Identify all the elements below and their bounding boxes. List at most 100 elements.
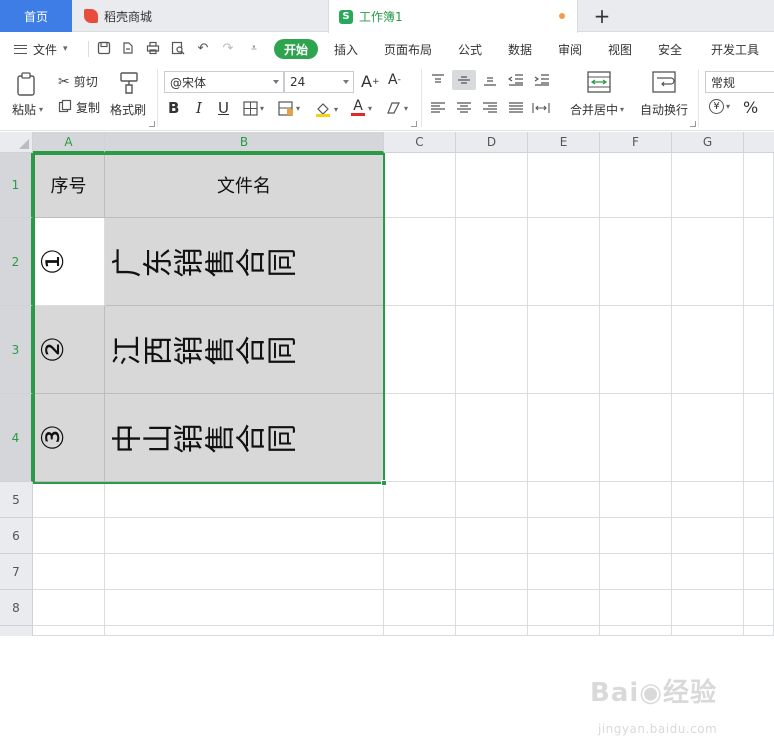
grid-cell[interactable] [456, 153, 528, 218]
cell-b4[interactable]: 中山销售合同 [105, 394, 384, 482]
align-right-icon[interactable] [482, 102, 498, 114]
grid-cell[interactable] [105, 518, 384, 554]
grid-cell[interactable] [33, 518, 105, 554]
menu-view[interactable]: 视图 [608, 33, 632, 65]
menu-insert[interactable]: 插入 [334, 33, 358, 65]
grid-cell[interactable] [672, 218, 744, 306]
grid-cell[interactable] [33, 554, 105, 590]
save-icon[interactable] [96, 41, 112, 57]
chevron-down-icon[interactable]: ▾ [368, 104, 372, 113]
grid-cell[interactable] [600, 518, 672, 554]
grid-cell[interactable] [456, 218, 528, 306]
italic-icon[interactable]: I [196, 99, 202, 117]
align-bottom-icon[interactable] [482, 74, 498, 86]
menu-file[interactable]: 文件 ▾ [14, 33, 68, 65]
menu-data[interactable]: 数据 [508, 33, 532, 65]
grid-cell[interactable] [456, 518, 528, 554]
grid-cell[interactable] [600, 153, 672, 218]
grid-cell[interactable] [600, 482, 672, 518]
grid-cell[interactable] [672, 153, 744, 218]
cut-button[interactable]: ✂ 剪切 [58, 73, 98, 90]
fill-handle[interactable] [381, 480, 387, 486]
grid-cell[interactable] [744, 218, 774, 306]
column-header-b[interactable]: B [105, 132, 384, 153]
cell-a2[interactable]: ① [33, 218, 105, 306]
menu-security[interactable]: 安全 [658, 33, 682, 65]
row-header-9[interactable] [0, 626, 33, 636]
justify-icon[interactable] [508, 102, 524, 114]
distributed-align-icon[interactable] [532, 102, 550, 114]
borders-icon[interactable]: ▾ [243, 101, 264, 116]
grid-cell[interactable] [672, 626, 744, 636]
grid-cell[interactable] [456, 394, 528, 482]
select-all-corner[interactable] [0, 132, 33, 153]
bold-icon[interactable]: B [168, 99, 179, 117]
grid-cell[interactable] [528, 306, 600, 394]
merge-center-button[interactable]: 合并居中 ▾ [570, 101, 624, 118]
row-header-7[interactable]: 7 [0, 554, 33, 590]
copy-button[interactable]: 复制 [58, 99, 100, 116]
grid-cell[interactable] [672, 590, 744, 626]
paste-icon[interactable] [14, 71, 40, 97]
align-left-icon[interactable] [430, 102, 446, 114]
grid-cell[interactable] [456, 626, 528, 636]
grid-cell[interactable] [744, 518, 774, 554]
underline-icon[interactable]: U [218, 99, 229, 117]
grid-cell[interactable] [528, 518, 600, 554]
wrap-text-button[interactable]: 自动换行 [640, 101, 688, 118]
dialog-launcher-icon[interactable] [149, 121, 155, 127]
cell-b2[interactable]: 广东销售合同 [105, 218, 384, 306]
increase-indent-icon[interactable] [534, 74, 550, 86]
menu-formulas[interactable]: 公式 [458, 33, 482, 65]
undo-icon[interactable]: ↶ [195, 41, 211, 57]
grid-cell[interactable] [33, 482, 105, 518]
column-header-d[interactable]: D [456, 132, 528, 153]
merge-cells-icon[interactable] [587, 71, 611, 93]
grid-cell[interactable] [105, 482, 384, 518]
tab-docer-store[interactable]: 稻壳商城 [74, 0, 324, 32]
customize-toolbar-icon[interactable]: ⩡ [246, 41, 262, 57]
grid-cell[interactable] [672, 518, 744, 554]
column-header-f[interactable]: F [600, 132, 672, 153]
menu-developer-tools[interactable]: 开发工具 [711, 33, 759, 65]
grid-cell[interactable] [456, 554, 528, 590]
cell-b3[interactable]: 江西销售合同 [105, 306, 384, 394]
font-size-select[interactable]: 24 [284, 71, 354, 93]
grid-cell[interactable] [528, 590, 600, 626]
menu-page-layout[interactable]: 页面布局 [384, 33, 432, 65]
row-header-3[interactable]: 3 [0, 306, 33, 394]
currency-icon[interactable]: ¥ ▾ [709, 99, 730, 114]
grid-cell[interactable] [744, 626, 774, 636]
cell-a3[interactable]: ② [33, 306, 105, 394]
grid-cell[interactable] [33, 590, 105, 626]
align-top-icon[interactable] [430, 74, 446, 86]
wrap-text-icon[interactable] [652, 71, 676, 93]
grid-cell[interactable] [672, 482, 744, 518]
grid-cell[interactable] [384, 482, 456, 518]
grid-cell[interactable] [600, 626, 672, 636]
cell-a4[interactable]: ③ [33, 394, 105, 482]
grid-cell[interactable] [744, 482, 774, 518]
row-header-1[interactable]: 1 [0, 153, 33, 218]
grid-cell[interactable] [105, 626, 384, 636]
grid-cell[interactable] [384, 218, 456, 306]
row-header-6[interactable]: 6 [0, 518, 33, 554]
column-header-h[interactable] [744, 132, 774, 153]
dialog-launcher-icon[interactable] [411, 121, 417, 127]
tab-workbook[interactable]: S 工作簿1 [328, 0, 578, 33]
grid-cell[interactable] [672, 394, 744, 482]
grid-cell[interactable] [105, 554, 384, 590]
row-header-4[interactable]: 4 [0, 394, 33, 482]
grid-cell[interactable] [456, 482, 528, 518]
menu-review[interactable]: 审阅 [558, 33, 582, 65]
grid-cell[interactable] [600, 218, 672, 306]
column-header-e[interactable]: E [528, 132, 600, 153]
format-painter-button[interactable]: 格式刷 [110, 101, 146, 118]
grid-cell[interactable] [384, 518, 456, 554]
format-painter-icon[interactable] [118, 71, 140, 95]
font-name-select[interactable]: @宋体 [164, 71, 284, 93]
grid-cell[interactable] [744, 394, 774, 482]
grid-cell[interactable] [600, 590, 672, 626]
new-tab-button[interactable]: + [588, 2, 616, 30]
grid-cell[interactable] [672, 554, 744, 590]
